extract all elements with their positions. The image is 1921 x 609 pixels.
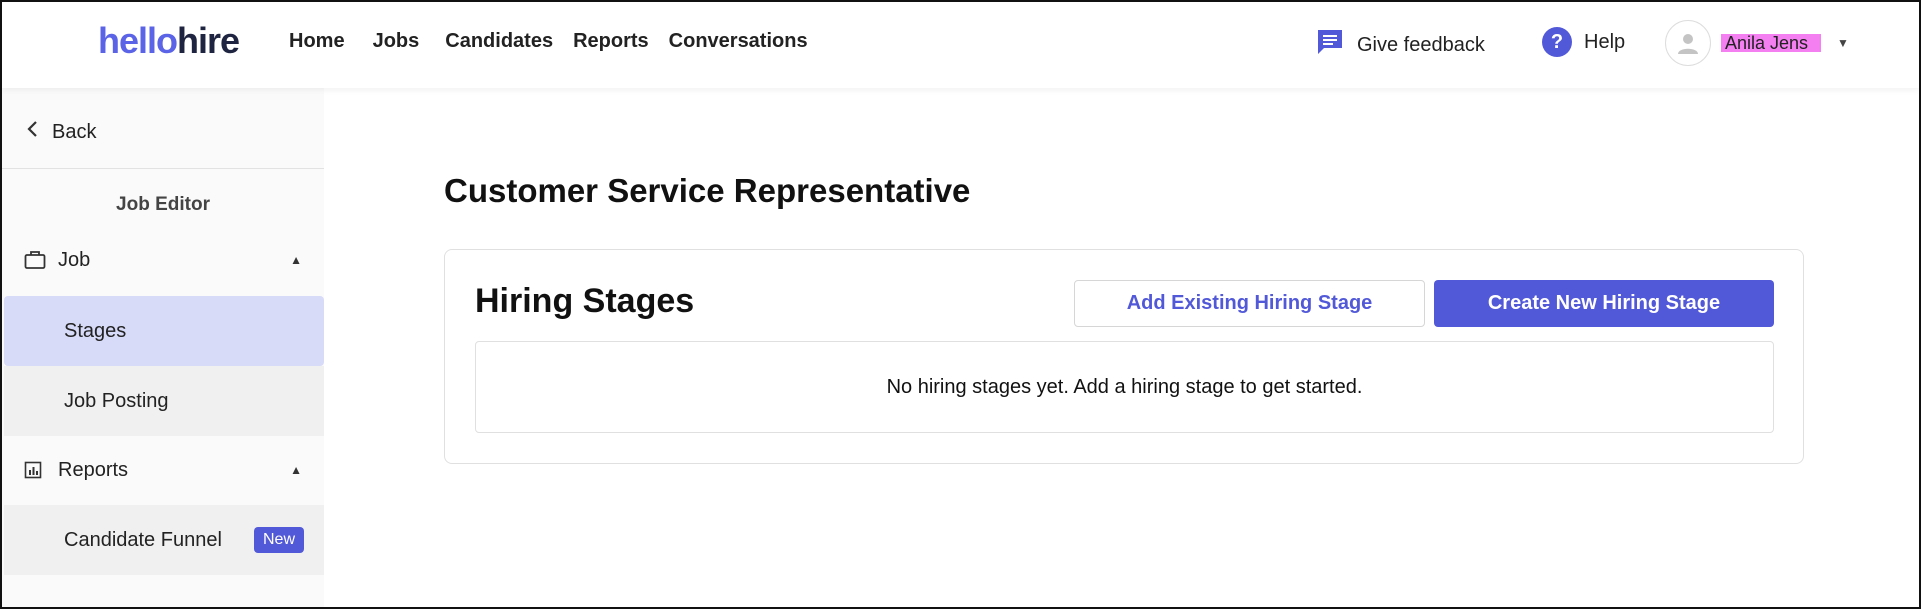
nav-home[interactable]: Home: [289, 30, 345, 53]
new-badge: New: [253, 527, 304, 553]
sidebar-divider: [2, 168, 324, 169]
sidebar-item-stages[interactable]: Stages: [4, 296, 324, 366]
empty-state: No hiring stages yet. Add a hiring stage…: [475, 341, 1774, 433]
page-title: Customer Service Representative: [444, 172, 971, 209]
avatar: [1665, 20, 1711, 66]
hellohire-logo[interactable]: hellohire: [98, 20, 240, 62]
sidebar-item-candidate-funnel[interactable]: Candidate Funnel New: [4, 505, 324, 575]
help-label: Help: [1584, 30, 1626, 53]
logo-hire: hire: [177, 20, 240, 61]
main-nav: Home Jobs Candidates Reports Conversatio…: [289, 30, 834, 53]
logo-hello: hello: [98, 20, 178, 61]
help-button[interactable]: ? Help: [1542, 27, 1625, 57]
empty-message: No hiring stages yet. Add a hiring stage…: [886, 375, 1363, 398]
sidebar-group-job[interactable]: Job ▲: [2, 235, 324, 285]
hiring-stages-card: Hiring Stages Add Existing Hiring Stage …: [444, 249, 1804, 464]
bar-chart-icon: [24, 461, 48, 479]
nav-jobs[interactable]: Jobs: [373, 30, 420, 53]
sidebar-item-label: Stages: [64, 319, 127, 342]
chat-icon: [1315, 27, 1345, 63]
chevron-up-icon: ▲: [290, 463, 302, 477]
top-navbar: hellohire Home Jobs Candidates Reports C…: [2, 2, 1919, 88]
chevron-left-icon: [26, 120, 38, 144]
sidebar-item-label: Candidate Funnel: [64, 528, 222, 551]
sidebar-item-label: Job Posting: [64, 389, 169, 412]
add-existing-stage-button[interactable]: Add Existing Hiring Stage: [1074, 280, 1425, 327]
feedback-label: Give feedback: [1357, 33, 1485, 56]
sidebar-title: Job Editor: [116, 194, 210, 215]
user-name: Anila Jens: [1721, 34, 1821, 52]
sidebar-group-label: Job: [58, 248, 91, 271]
section-title: Hiring Stages: [475, 282, 695, 320]
create-new-stage-button[interactable]: Create New Hiring Stage: [1434, 280, 1774, 327]
back-button[interactable]: Back: [26, 120, 96, 144]
user-icon: [1678, 34, 1698, 54]
sidebar-group-label: Reports: [58, 458, 129, 481]
user-menu[interactable]: Anila Jens ▼: [1665, 20, 1849, 66]
app-frame: hellohire Home Jobs Candidates Reports C…: [0, 0, 1921, 609]
nav-conversations[interactable]: Conversations: [669, 30, 808, 53]
sidebar-item-job-posting[interactable]: Job Posting: [4, 366, 324, 436]
give-feedback-button[interactable]: Give feedback: [1315, 27, 1485, 63]
nav-candidates[interactable]: Candidates: [445, 30, 553, 53]
briefcase-icon: [24, 250, 48, 270]
sidebar-group-reports[interactable]: Reports ▲: [2, 445, 324, 495]
nav-reports[interactable]: Reports: [573, 30, 649, 53]
chevron-up-icon: ▲: [290, 253, 302, 267]
chevron-down-icon: ▼: [1837, 36, 1849, 50]
back-label: Back: [52, 120, 97, 143]
sidebar: Back Job Editor Job ▲ Stages Job Posting…: [2, 88, 324, 607]
help-icon: ?: [1542, 27, 1572, 57]
